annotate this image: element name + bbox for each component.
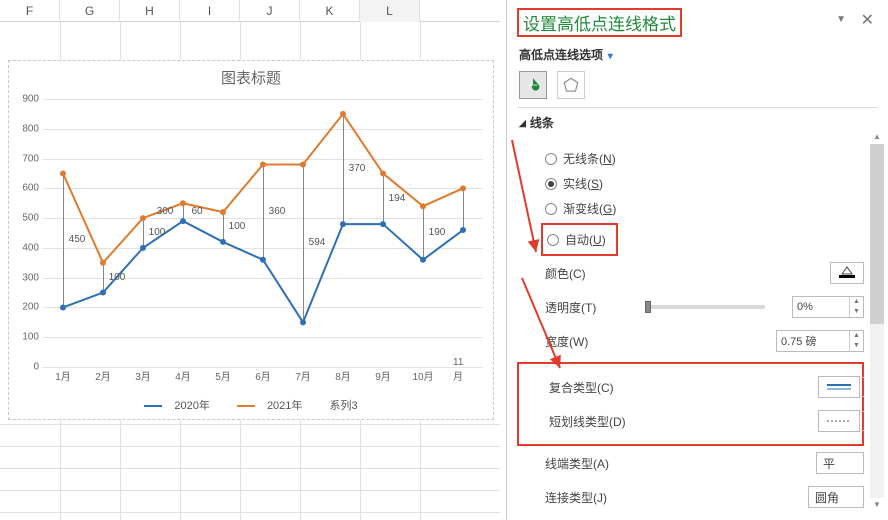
legend-2021: 2021年 [267, 400, 302, 412]
col-h[interactable]: H [120, 0, 180, 22]
prop-opacity: 透明度(T) 0%▲▼ [517, 290, 864, 324]
opacity-slider[interactable] [645, 305, 765, 309]
col-l[interactable]: L [360, 0, 420, 22]
prop-cap: 线端类型(A) 平▼ [517, 446, 864, 480]
pane-options-link[interactable]: 高低点连线选项 ▾ [519, 48, 613, 62]
legend-2020: 2020年 [174, 400, 209, 412]
radio-auto-line[interactable]: 自动(U) [545, 227, 608, 252]
width-value[interactable]: 0.75 磅▲▼ [776, 330, 864, 352]
legend-series3: 系列3 [329, 400, 357, 412]
pane-options-dropdown-icon[interactable]: ▼ [836, 14, 846, 25]
radio-no-line[interactable]: 无线条(N) [517, 146, 864, 171]
section-line[interactable]: ◢线条 [507, 108, 888, 135]
join-type-picker[interactable]: 圆角▼ [808, 486, 864, 508]
prop-width: 宽度(W) 0.75 磅▲▼ [517, 324, 864, 358]
radio-gradient-line[interactable]: 渐变线(G) [517, 196, 864, 221]
embedded-chart[interactable]: 图表标题 01002003004005006007008009001月2月3月4… [8, 60, 494, 420]
col-i[interactable]: I [180, 0, 240, 22]
color-picker[interactable]: ▼ [830, 262, 864, 284]
pane-scrollbar[interactable]: ▲ ▼ [870, 130, 884, 512]
opacity-value[interactable]: 0%▲▼ [792, 296, 864, 318]
pane-close-icon[interactable]: ✕ [861, 10, 874, 30]
cap-type-picker[interactable]: 平▼ [816, 452, 864, 474]
chart-title[interactable]: 图表标题 [9, 61, 493, 88]
chart-plot-area[interactable]: 01002003004005006007008009001月2月3月4月5月6月… [43, 99, 483, 367]
format-pane: 设置高低点连线格式 ▼ ✕ 高低点连线选项 ▾ ◢线条 无线条(N) 实线(S)… [506, 0, 888, 520]
col-g[interactable]: G [60, 0, 120, 22]
effects-tab-icon[interactable] [557, 71, 585, 99]
prop-join: 连接类型(J) 圆角▼ [517, 480, 864, 514]
chart-legend[interactable]: 2020年 2021年 系列3 [9, 397, 493, 413]
col-j[interactable]: J [240, 0, 300, 22]
prop-compound: 复合类型(C) ▼ [521, 370, 860, 404]
compound-type-picker[interactable]: ▼ [818, 376, 860, 398]
dash-type-picker[interactable]: ▼ [818, 410, 860, 432]
spreadsheet-column-header: F G H I J K L [0, 0, 500, 22]
pane-title: 设置高低点连线格式 [517, 8, 682, 37]
radio-solid-line[interactable]: 实线(S) [517, 171, 864, 196]
col-k[interactable]: K [300, 0, 360, 22]
prop-color: 颜色(C) ▼ [517, 256, 864, 290]
col-f[interactable]: F [0, 0, 60, 22]
prop-dash: 短划线类型(D) ▼ [521, 404, 860, 438]
fill-line-tab-icon[interactable] [519, 71, 547, 99]
highlight-compound-dash: 复合类型(C) ▼ 短划线类型(D) ▼ [517, 362, 864, 446]
